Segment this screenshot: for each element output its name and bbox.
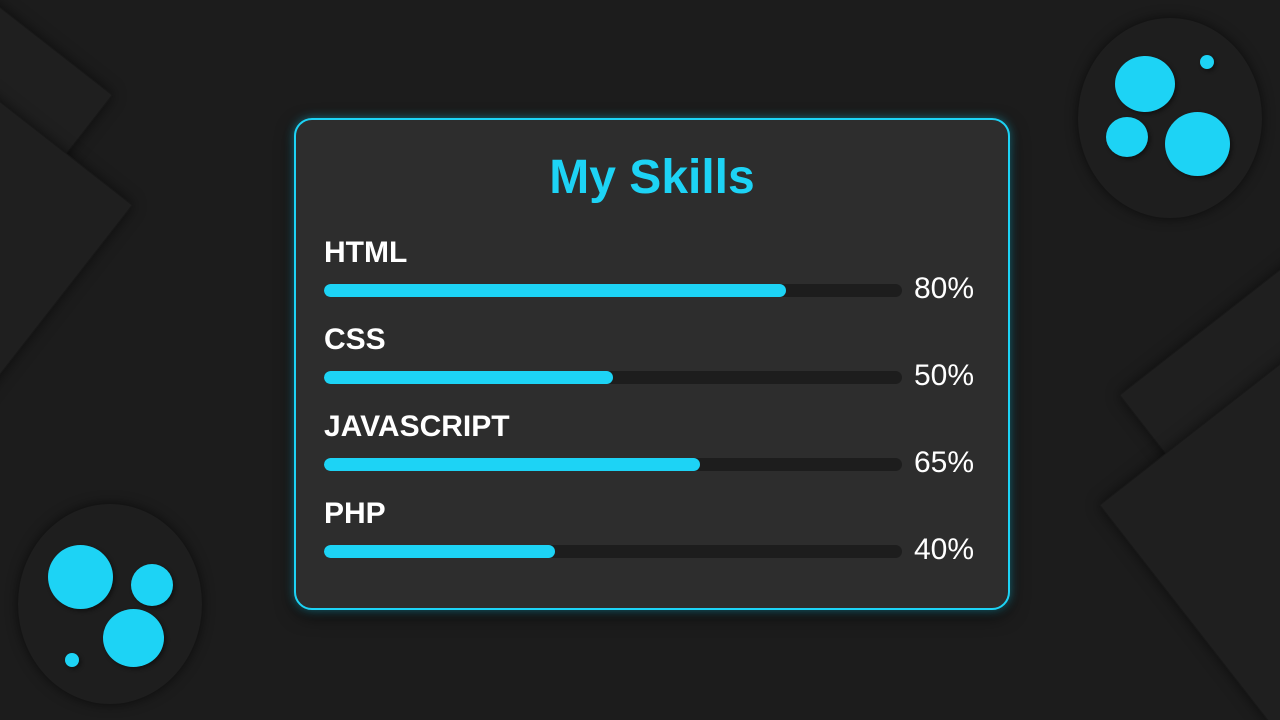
decorative-dot [103, 609, 164, 667]
skill-progress-fill [324, 284, 787, 297]
skill-percent: 80% [914, 272, 975, 305]
skill-percent: 50% [914, 359, 975, 392]
decorative-dot [1106, 117, 1148, 157]
decorative-dot [65, 653, 79, 667]
skill-progress-fill [324, 371, 613, 384]
decorative-dot [1165, 112, 1230, 176]
skill-progress-track [324, 545, 902, 558]
skill-name: HTML [324, 236, 408, 269]
skill-name: CSS [324, 323, 386, 356]
decorative-circle-cluster-bottom-left [18, 504, 202, 704]
decorative-dot [48, 545, 113, 609]
skill-progress-track [324, 284, 902, 297]
decorative-dot [1200, 55, 1214, 69]
skills-card: My Skills HTML 80% CSS 50% JAVASCRIPT 65… [294, 118, 1010, 610]
skill-name: PHP [324, 497, 386, 530]
skill-name: JAVASCRIPT [324, 410, 510, 443]
background-stage: My Skills HTML 80% CSS 50% JAVASCRIPT 65… [0, 0, 1280, 720]
card-title: My Skills [549, 151, 755, 204]
skill-progress-track [324, 458, 902, 471]
skill-progress-track [324, 371, 902, 384]
skill-progress-fill [324, 545, 556, 558]
skill-progress-fill [324, 458, 700, 471]
decorative-dot [131, 564, 173, 606]
decorative-circle-cluster-top-right [1078, 18, 1262, 218]
skill-percent: 65% [914, 446, 975, 479]
skill-percent: 40% [914, 533, 975, 566]
decorative-dot [1115, 56, 1175, 112]
